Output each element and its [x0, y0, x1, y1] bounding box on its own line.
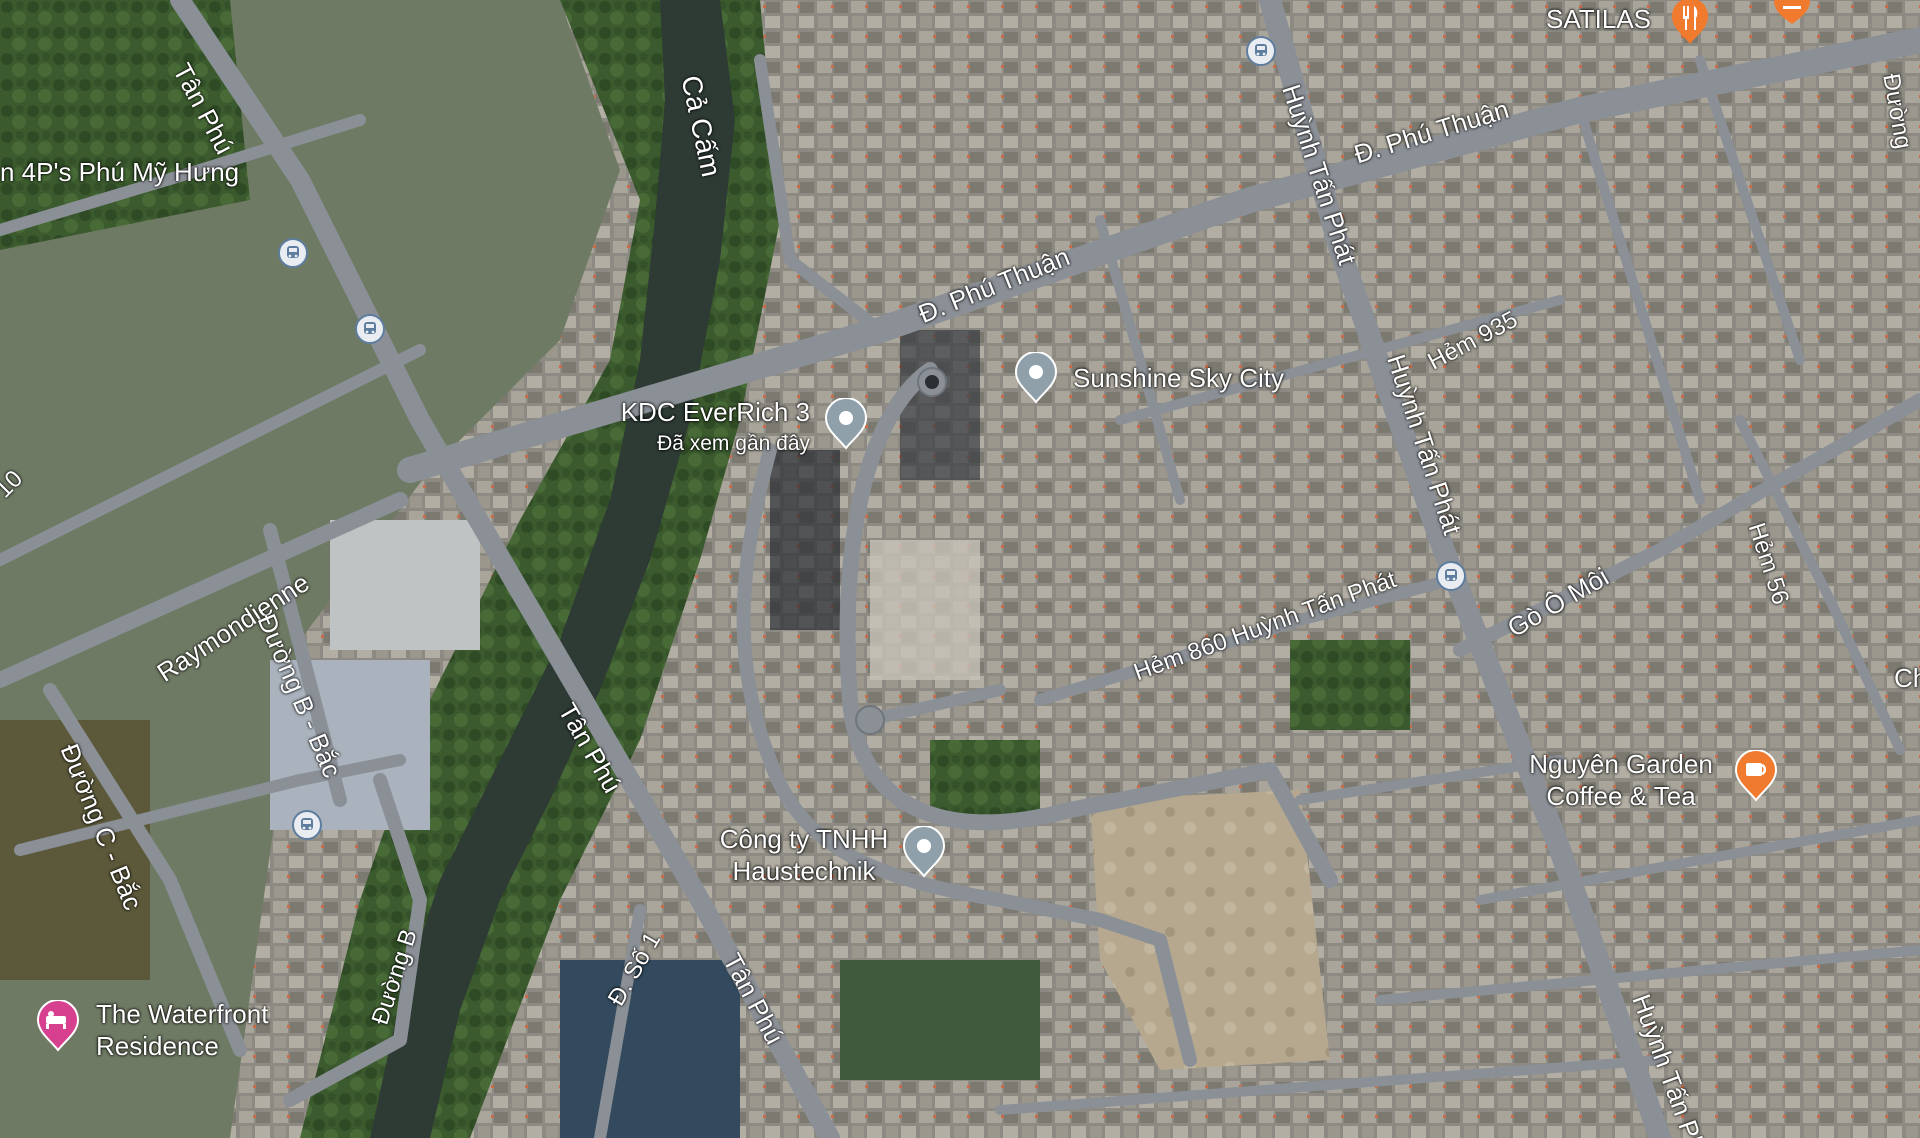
map-canvas[interactable]: Tân Phú Tân Phú Tân Phú Đ. Phú Thuận Đ. … [0, 0, 1920, 1138]
bus-stop-icon[interactable] [278, 238, 308, 268]
bus-stop-icon[interactable] [1436, 561, 1466, 591]
location-pin-icon[interactable] [1012, 351, 1060, 409]
place-label-4ps[interactable]: n 4P's Phú Mỹ Hưng [0, 156, 239, 188]
place-visited-note: Đã xem gần đây [657, 432, 810, 455]
place-name-line1: The Waterfront [96, 999, 269, 1029]
place-label-satilas[interactable]: SATILAS [1546, 3, 1651, 35]
place-label-haustechnik[interactable]: Công ty TNHH Haustechnik [704, 823, 904, 887]
restaurant-icon[interactable] [1668, 0, 1712, 51]
place-label-waterfront[interactable]: The Waterfront Residence [96, 998, 268, 1062]
place-label-sunshine[interactable]: Sunshine Sky City [1073, 362, 1284, 394]
coffee-icon[interactable] [1732, 749, 1780, 807]
location-pin-icon[interactable] [900, 825, 948, 883]
place-label-ch[interactable]: Ch [1894, 662, 1920, 694]
bus-stop-icon[interactable] [1246, 36, 1276, 66]
location-pin-icon[interactable] [822, 397, 870, 455]
place-name-line2: Haustechnik [732, 856, 876, 886]
place-name-line2: Residence [96, 1031, 219, 1061]
place-name-line2: Coffee & Tea [1546, 781, 1696, 811]
place-name-line1: Công ty TNHH [719, 824, 889, 854]
satellite-basemap [0, 0, 1920, 1138]
bus-stop-icon[interactable] [355, 314, 385, 344]
restaurant-icon[interactable] [1770, 0, 1814, 31]
place-name: KDC EverRich 3 [620, 397, 810, 427]
hotel-icon[interactable] [34, 999, 82, 1057]
place-name-line1: Nguyên Garden [1529, 749, 1713, 779]
bus-stop-icon[interactable] [292, 810, 322, 840]
place-label-nguyen-garden[interactable]: Nguyên Garden Coffee & Tea [1516, 748, 1726, 812]
place-label-everrich[interactable]: KDC EverRich 3 Đã xem gần đây [618, 396, 810, 460]
